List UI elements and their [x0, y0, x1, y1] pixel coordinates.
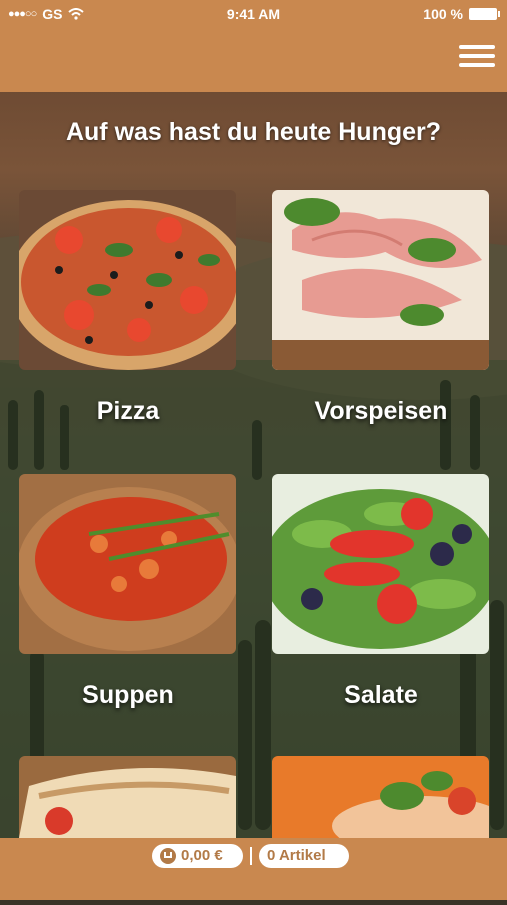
- pasta-image: [272, 756, 489, 838]
- cart-items: 0 Artikel: [267, 847, 326, 864]
- status-bar: ●●●○○ GS 9:41 AM 100 %: [0, 0, 507, 30]
- category-tile-partial-left[interactable]: [19, 756, 236, 838]
- category-label-salate[interactable]: Salate: [261, 681, 501, 710]
- app-header: [0, 30, 507, 92]
- category-label-vorspeisen[interactable]: Vorspeisen: [261, 397, 501, 426]
- category-label-pizza[interactable]: Pizza: [8, 397, 248, 426]
- cart-footer: 0,00 € 0 Artikel: [0, 838, 507, 900]
- category-tile-partial-right[interactable]: [272, 756, 489, 838]
- salad-image: [272, 474, 489, 654]
- sandwich-image: [19, 756, 236, 838]
- hamburger-menu-icon[interactable]: [459, 42, 495, 72]
- category-tile-vorspeisen[interactable]: [272, 190, 489, 370]
- cart-items-button[interactable]: 0 Artikel: [259, 844, 349, 868]
- footer-divider: [250, 847, 252, 865]
- category-tile-salate[interactable]: [272, 474, 489, 654]
- cart-total: 0,00 €: [181, 847, 223, 864]
- category-tile-suppen[interactable]: [19, 474, 236, 654]
- antipasti-image: [272, 190, 489, 370]
- battery-icon: [469, 8, 500, 20]
- page-title: Auf was hast du heute Hunger?: [65, 118, 442, 146]
- category-tile-pizza[interactable]: [19, 190, 236, 370]
- cart-total-button[interactable]: 0,00 €: [152, 844, 243, 868]
- battery-label: 100 %: [423, 6, 463, 22]
- pizza-image: [19, 190, 236, 370]
- cart-icon: [160, 848, 176, 864]
- category-label-suppen[interactable]: Suppen: [8, 681, 248, 710]
- soup-image: [19, 474, 236, 654]
